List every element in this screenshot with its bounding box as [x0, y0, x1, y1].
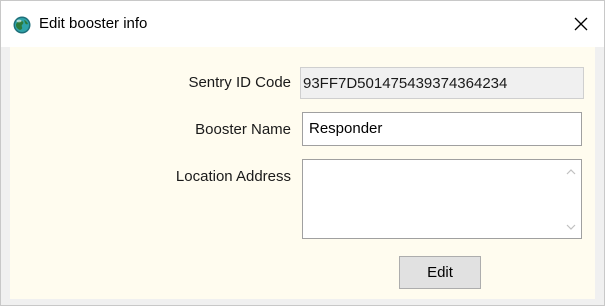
sentry-id-field: 93FF7D501475439374364234 — [300, 67, 584, 99]
location-address-textarea[interactable] — [302, 159, 582, 239]
chevron-up-icon — [566, 168, 576, 174]
title-bar: Edit booster info — [1, 1, 604, 47]
booster-name-label: Booster Name — [195, 121, 291, 138]
dialog-body: Sentry ID Code 93FF7D501475439374364234 … — [10, 47, 595, 299]
scroll-up-arrow[interactable] — [561, 162, 581, 180]
close-icon — [574, 17, 588, 31]
chevron-down-icon — [566, 224, 576, 230]
sentry-id-label: Sentry ID Code — [188, 74, 291, 91]
location-address-label: Location Address — [175, 168, 291, 185]
vertical-scrollbar[interactable] — [561, 160, 581, 238]
edit-booster-dialog: Edit booster info Sentry ID Code 93FF7D5… — [0, 0, 605, 306]
window-title: Edit booster info — [39, 15, 148, 32]
booster-name-input[interactable]: Responder — [302, 112, 582, 146]
app-globe-icon — [13, 16, 31, 34]
close-button[interactable] — [558, 1, 604, 47]
scroll-down-arrow[interactable] — [561, 218, 581, 236]
edit-button[interactable]: Edit — [399, 256, 481, 289]
